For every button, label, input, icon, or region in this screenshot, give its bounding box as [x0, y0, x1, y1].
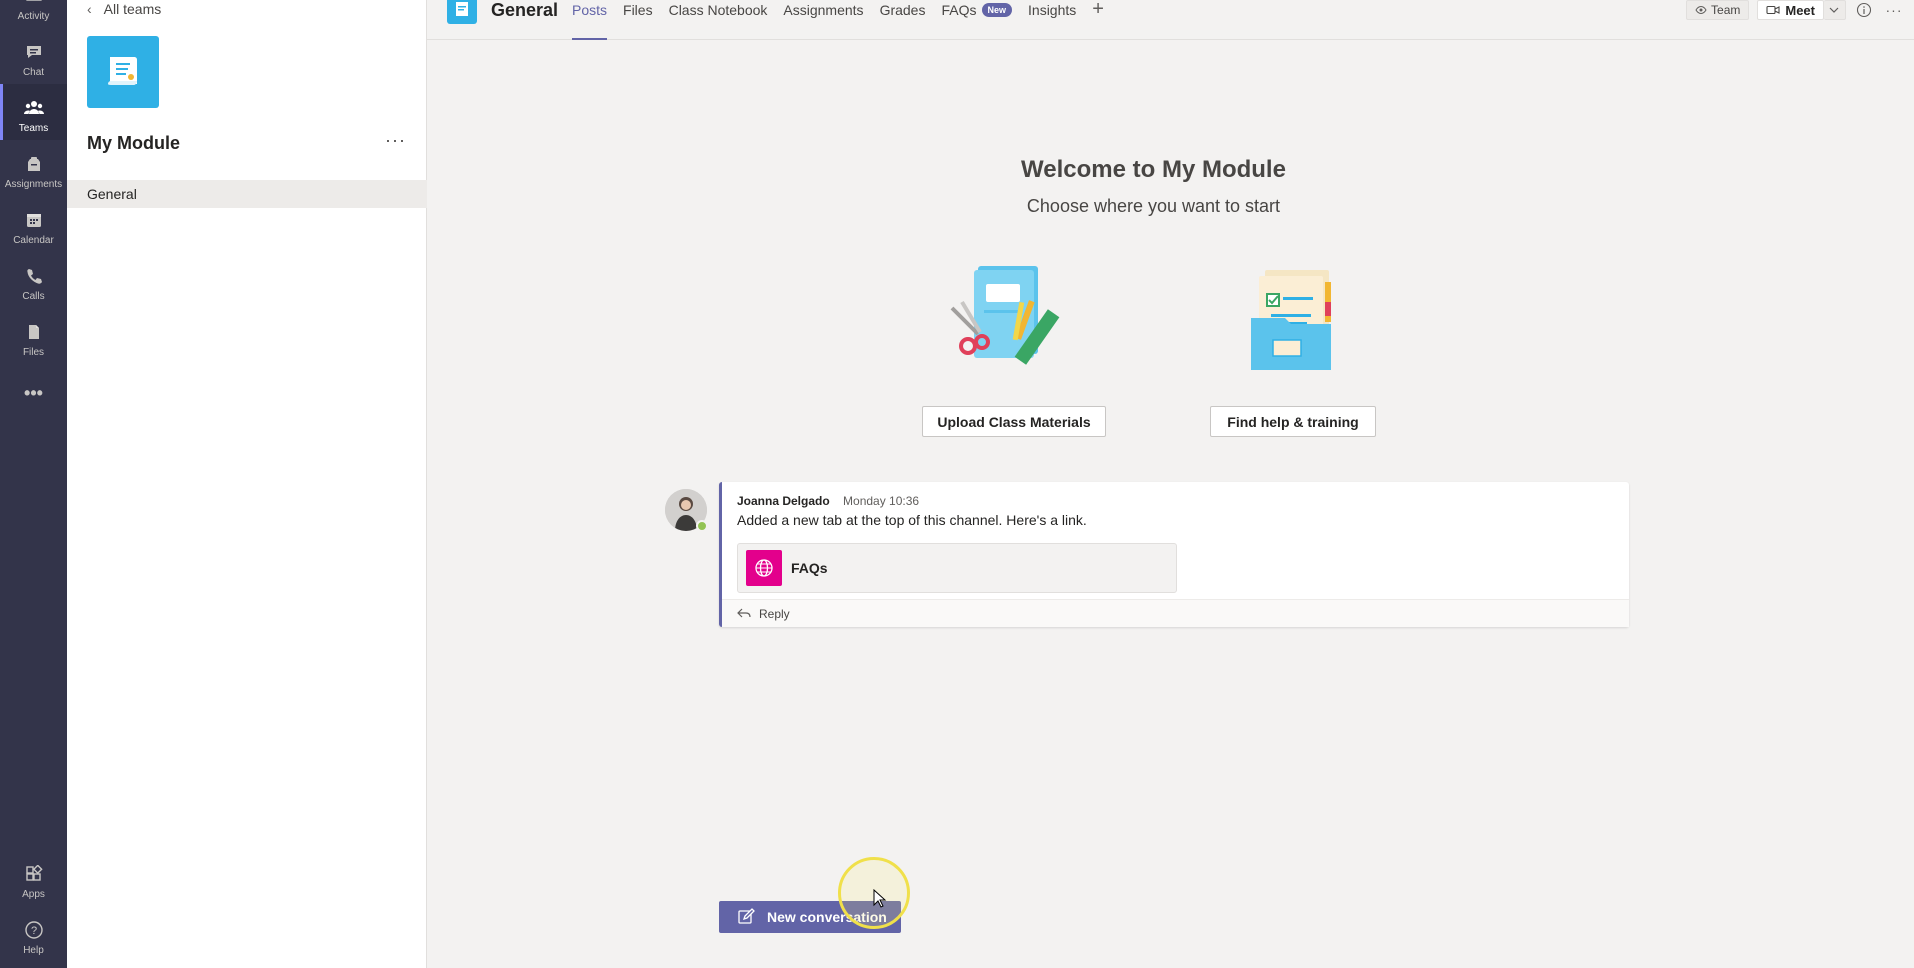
rail-apps[interactable]: Apps [0, 850, 67, 906]
tab-assignments[interactable]: Assignments [783, 0, 863, 40]
team-button[interactable]: Team [1686, 0, 1750, 20]
rail-teams[interactable]: Teams [0, 84, 67, 140]
help-training-illustration [1251, 270, 1331, 370]
assignments-icon [23, 153, 45, 175]
team-name: My Module [87, 133, 180, 153]
channel-general[interactable]: General [67, 180, 427, 208]
post-body: Added a new tab at the top of this chann… [737, 512, 1087, 528]
upload-class-materials-button[interactable]: Upload Class Materials [922, 406, 1106, 437]
file-icon [23, 321, 45, 343]
eye-icon [1695, 5, 1707, 15]
channel-info-button[interactable] [1854, 0, 1874, 20]
upload-materials-illustration [950, 266, 1060, 365]
tab-faqs[interactable]: FAQs New [941, 0, 1013, 40]
header-actions: Team Meet ··· [1686, 0, 1914, 20]
more-horizontal-icon: ··· [385, 130, 406, 150]
rail-chat[interactable]: Chat [0, 28, 67, 84]
teams-icon [23, 97, 45, 119]
rail-calls[interactable]: Calls [0, 252, 67, 308]
channel-title: General [491, 0, 559, 20]
plus-icon: + [1092, 0, 1104, 20]
rail-help[interactable]: ? Help [0, 906, 67, 962]
new-badge: New [981, 3, 1013, 17]
card-label: FAQs [791, 560, 828, 576]
presence-available-icon [696, 520, 708, 532]
conversation-post: Joanna Delgado Monday 10:36 Added a new … [719, 482, 1629, 627]
video-camera-icon [1766, 5, 1780, 15]
more-dots-icon: ••• [24, 383, 43, 403]
chat-icon [23, 41, 45, 63]
rail-activity[interactable]: Activity [0, 0, 67, 28]
compose-icon [737, 908, 755, 926]
post-timestamp: Monday 10:36 [843, 494, 920, 508]
help-icon: ? [23, 919, 45, 941]
welcome-subtitle: Choose where you want to start [1026, 196, 1281, 216]
bell-icon [23, 0, 45, 7]
apps-icon [23, 863, 45, 885]
post-meta: Joanna Delgado Monday 10:36 [737, 494, 919, 508]
phone-icon [23, 265, 45, 287]
welcome-title: Welcome to My Module [1021, 156, 1286, 183]
rail-files[interactable]: Files [0, 308, 67, 364]
calendar-icon [23, 209, 45, 231]
tab-grades[interactable]: Grades [880, 0, 926, 40]
all-teams-link[interactable]: ‹ All teams [87, 0, 161, 18]
team-panel: ‹ All teams My Module ··· General [67, 0, 427, 968]
more-apps-button[interactable]: ••• [0, 383, 67, 403]
tab-posts[interactable]: Posts [572, 0, 608, 40]
chevron-down-icon [1829, 7, 1839, 13]
tab-insights[interactable]: Insights [1028, 0, 1076, 40]
more-horizontal-icon: ··· [1885, 2, 1903, 18]
header-more-options-button[interactable]: ··· [1884, 0, 1904, 20]
chevron-left-icon: ‹ [87, 1, 92, 17]
mouse-cursor-icon [873, 889, 887, 908]
rail-assignments[interactable]: Assignments [0, 140, 67, 196]
team-more-options-button[interactable]: ··· [385, 130, 406, 151]
channel-tabs: Posts Files Class Notebook Assignments G… [572, 0, 1104, 40]
meet-button[interactable]: Meet [1757, 0, 1824, 20]
reply-arrow-icon [737, 606, 751, 621]
reply-button[interactable]: Reply [722, 599, 1629, 627]
all-teams-label: All teams [103, 1, 162, 17]
app-rail: Activity Chat Teams Assignments Calendar… [0, 0, 67, 968]
tab-files[interactable]: Files [623, 0, 653, 40]
faqs-tab-card[interactable]: FAQs [737, 543, 1177, 593]
tab-class-notebook[interactable]: Class Notebook [669, 0, 768, 40]
rail-calendar[interactable]: Calendar [0, 196, 67, 252]
meet-dropdown-button[interactable] [1824, 0, 1846, 20]
add-tab-button[interactable]: + [1092, 0, 1104, 40]
svg-text:?: ? [30, 925, 36, 937]
channel-team-icon [447, 0, 477, 24]
team-avatar[interactable] [87, 36, 159, 108]
channel-header: General Posts Files Class Notebook Assig… [427, 0, 1914, 40]
find-help-training-button[interactable]: Find help & training [1210, 406, 1376, 437]
globe-icon [746, 550, 782, 586]
info-icon [1856, 2, 1872, 18]
scroll-icon [108, 57, 137, 85]
post-author[interactable]: Joanna Delgado [737, 494, 830, 508]
